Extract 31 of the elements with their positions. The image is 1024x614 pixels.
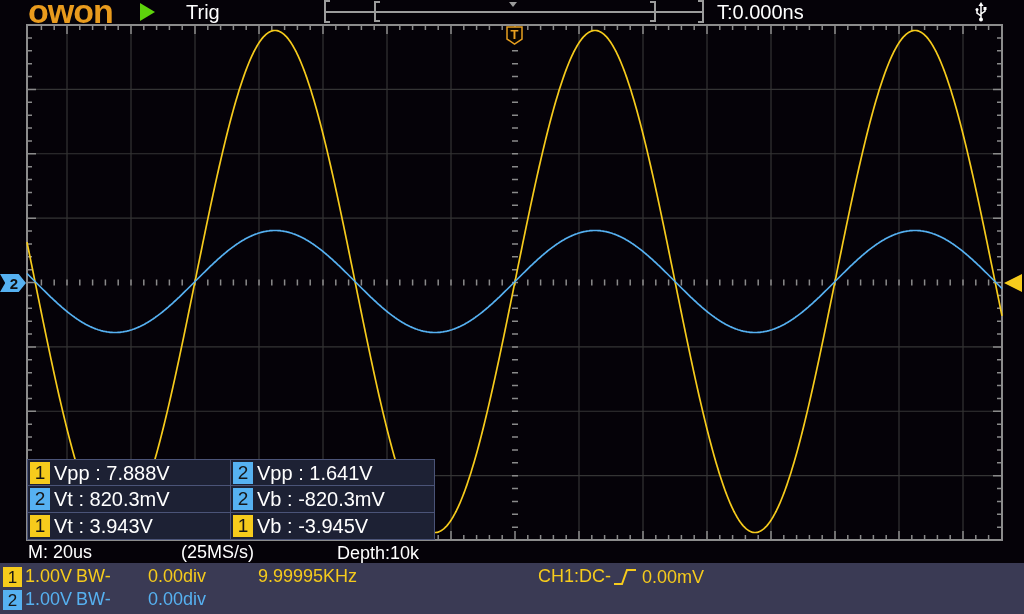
measurement-value: Vpp : 7.888V — [54, 462, 170, 483]
measurement-value: Vb : -820.3mV — [257, 489, 385, 509]
channel-badge: 1 — [233, 514, 253, 537]
trigger-position-marker: T — [506, 26, 523, 45]
measurement-value: Vb : -3.945V — [257, 515, 369, 536]
measurement-value: Vpp : 1.641V — [257, 462, 373, 483]
brand-logo: owon — [28, 0, 114, 24]
channel-badge: 2 — [233, 461, 253, 484]
trigger-source: CH1:DC- — [538, 566, 611, 586]
memory-depth: Depth:10k — [337, 544, 420, 562]
measurement-value: Vt : 3.943V — [54, 515, 153, 536]
volts-per-div: 1.00V — [25, 589, 73, 609]
channel-badge: 2 — [233, 488, 253, 510]
channel-badge: 2 — [30, 488, 50, 510]
frequency-readout: 9.99995KHz — [258, 566, 358, 586]
bandwidth-limit: BW- — [76, 566, 111, 586]
channel-badge: 1 — [3, 567, 22, 587]
vertical-offset: 0.00div — [148, 566, 207, 586]
timebase-scale: M: 20us — [28, 542, 93, 562]
channel-badge: 1 — [30, 461, 50, 484]
sample-rate: (25MS/s) — [181, 542, 254, 562]
volts-per-div: 1.00V — [25, 566, 73, 586]
trigger-level: 0.00mV — [642, 568, 705, 586]
channel-badge: 1 — [30, 514, 50, 537]
vertical-offset: 0.00div — [148, 589, 207, 609]
trigger-status: Trig — [186, 2, 220, 22]
time-offset: T:0.000ns — [717, 2, 804, 22]
channel-level-marker: 2 — [0, 274, 26, 292]
bandwidth-limit: BW- — [76, 589, 111, 609]
channel-badge: 2 — [3, 590, 22, 610]
measurement-value: Vt : 820.3mV — [54, 489, 170, 509]
